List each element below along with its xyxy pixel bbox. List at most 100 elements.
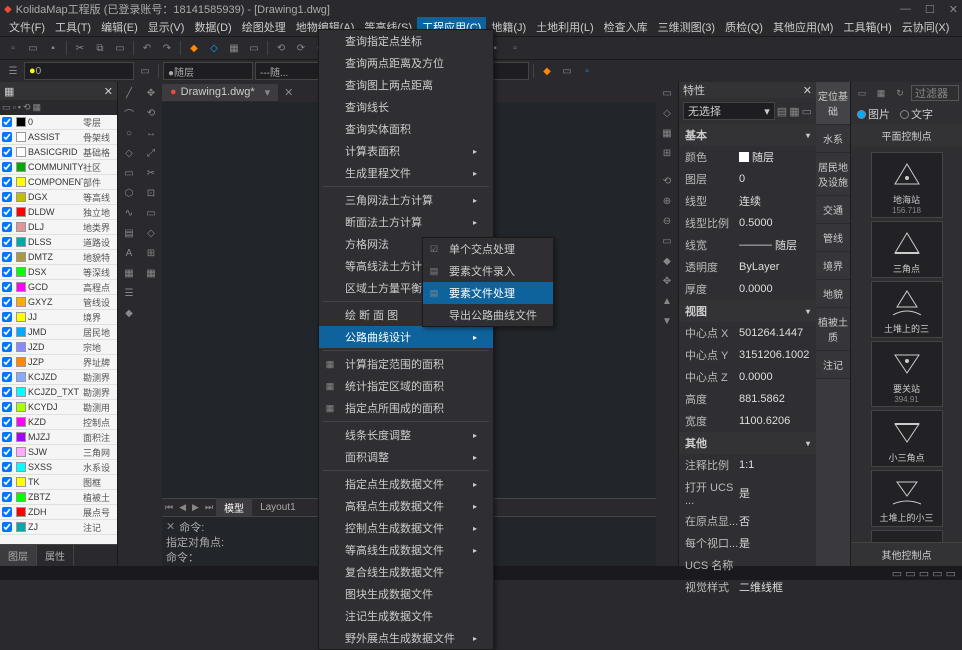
prop-tool-icon[interactable]: ▦ [789, 105, 799, 118]
layer-checkbox[interactable] [2, 117, 12, 127]
prop-row[interactable]: 中心点 X501264.1447 [679, 322, 816, 344]
draw-icon[interactable]: ∿ [120, 204, 138, 222]
tab-props[interactable]: 属性 [37, 545, 74, 566]
menu-item[interactable]: 公路曲线设计▸ [319, 326, 493, 348]
menu-item[interactable]: 指定点生成数据文件▸ [319, 473, 493, 495]
symbol-card[interactable]: 小三角点 [871, 410, 943, 467]
layer-row[interactable]: DMTZ地貌特 [0, 250, 117, 265]
mod-icon[interactable]: ◇ [142, 224, 160, 242]
layer-checkbox[interactable] [2, 387, 12, 397]
symbol-card[interactable]: 土堆上的三 [871, 281, 943, 338]
layer-checkbox[interactable] [2, 177, 12, 187]
open-icon[interactable]: ▭ [24, 39, 42, 57]
cut-icon[interactable]: ✂ [71, 39, 89, 57]
prop-row[interactable]: 高度881.5862 [679, 388, 816, 410]
draw-icon[interactable]: ▤ [120, 224, 138, 242]
prop-row[interactable]: 在原点显...否 [679, 510, 816, 532]
prop-row[interactable]: 打开 UCS ...是 [679, 476, 816, 510]
layer-row[interactable]: SXSS水系设 [0, 460, 117, 475]
save-icon[interactable]: ▪ [44, 39, 62, 57]
mod-icon[interactable]: ✥ [142, 84, 160, 102]
layer-checkbox[interactable] [2, 492, 12, 502]
layer-checkbox[interactable] [2, 327, 12, 337]
close-tab-icon[interactable]: ✕ [284, 86, 293, 99]
category-item[interactable]: 居民地及设施 [816, 153, 850, 196]
layer-icon[interactable]: ☰ [4, 62, 22, 80]
menu-item[interactable]: 注记生成数据文件 [319, 605, 493, 627]
prev-icon[interactable]: ◀ [176, 502, 189, 513]
mod-icon[interactable]: ↔ [142, 124, 160, 142]
mod-icon[interactable]: ✂ [142, 164, 160, 182]
radio-image[interactable]: 图片 [857, 106, 890, 122]
color-select[interactable]: ●随层 [163, 62, 253, 80]
layer-row[interactable]: BASICGRID基础格 [0, 145, 117, 160]
menu-0[interactable]: 文件(F) [4, 17, 50, 37]
menu-item[interactable]: 查询指定点坐标 [319, 30, 493, 52]
menu-10[interactable]: 土地利用(L) [531, 17, 598, 37]
category-item[interactable]: 水系 [816, 125, 850, 153]
menu-item[interactable]: 断面法土方计算▸ [319, 211, 493, 233]
rtool-icon[interactable]: ▲ [658, 292, 676, 310]
mod-icon[interactable]: ⊞ [142, 244, 160, 262]
layer-checkbox[interactable] [2, 447, 12, 457]
symbol-footer[interactable]: 其他控制点 [851, 542, 962, 566]
draw-icon[interactable]: ⬡ [120, 184, 138, 202]
close-icon[interactable]: ✕ [803, 84, 812, 97]
symbol-card[interactable]: 三角点 [871, 221, 943, 278]
layer-checkbox[interactable] [2, 522, 12, 532]
tool-icon[interactable]: ▭ [136, 62, 154, 80]
layer-checkbox[interactable] [2, 507, 12, 517]
prop-row[interactable]: 每个视口...是 [679, 532, 816, 554]
menu-item[interactable]: 三角网法土方计算▸ [319, 189, 493, 211]
menu-item[interactable]: 面积调整▸ [319, 446, 493, 468]
mod-icon[interactable]: ⊡ [142, 184, 160, 202]
menu-4[interactable]: 数据(D) [189, 17, 236, 37]
draw-icon[interactable]: ◆ [120, 304, 138, 322]
layer-row[interactable]: JZP界址牌 [0, 355, 117, 370]
prop-row[interactable]: 线宽——— 随层 [679, 234, 816, 256]
layer-row[interactable]: JJ境界 [0, 310, 117, 325]
menu-item[interactable]: 高程点生成数据文件▸ [319, 495, 493, 517]
layer-row[interactable]: KCJZD勘测界 [0, 370, 117, 385]
tool-icon[interactable]: ⟲ [272, 39, 290, 57]
layer-checkbox[interactable] [2, 312, 12, 322]
prop-row[interactable]: 颜色随层 [679, 146, 816, 168]
tool-icon[interactable]: ⟳ [292, 39, 310, 57]
layer-row[interactable]: JMD居民地 [0, 325, 117, 340]
layer-checkbox[interactable] [2, 297, 12, 307]
layer-checkbox[interactable] [2, 357, 12, 367]
menu-item[interactable]: 生成里程文件▸ [319, 162, 493, 184]
rtool-icon[interactable]: ⊖ [658, 212, 676, 230]
rtool-icon[interactable]: ▭ [658, 232, 676, 250]
menu-12[interactable]: 三维测图(3) [653, 17, 720, 37]
layer-row[interactable]: COMMUNITY社区 [0, 160, 117, 175]
layer-checkbox[interactable] [2, 402, 12, 412]
menu-13[interactable]: 质检(Q) [720, 17, 768, 37]
layer-row[interactable]: COMPONENT部件 [0, 175, 117, 190]
draw-icon[interactable]: ▦ [120, 264, 138, 282]
menu-1[interactable]: 工具(T) [50, 17, 96, 37]
menu-item[interactable]: 图块生成数据文件 [319, 583, 493, 605]
rtool-icon[interactable]: ▼ [658, 312, 676, 330]
menu-item[interactable]: 复合线生成数据文件 [319, 561, 493, 583]
draw-icon[interactable]: ○ [120, 124, 138, 142]
first-icon[interactable]: ⏮ [162, 502, 176, 513]
tab-model[interactable]: 模型 [216, 498, 252, 517]
rtool-icon[interactable]: ◇ [658, 104, 676, 122]
rtool-icon[interactable]: ◆ [658, 252, 676, 270]
symbol-list[interactable]: 地海站156.718三角点土堆上的三要关站394.91小三角点土堆上的小三...… [851, 147, 962, 542]
layer-tool-icon[interactable]: ⟲ [23, 102, 31, 113]
menu-2[interactable]: 编辑(E) [96, 17, 143, 37]
rtool-icon[interactable]: ⟲ [658, 172, 676, 190]
symbol-card[interactable]: 要关站394.91 [871, 341, 943, 407]
category-item[interactable]: 地貌 [816, 280, 850, 308]
layer-row[interactable]: GCD高程点 [0, 280, 117, 295]
layer-checkbox[interactable] [2, 237, 12, 247]
draw-icon[interactable]: ╱ [120, 84, 138, 102]
rtool-icon[interactable]: ▦ [658, 124, 676, 142]
menu-item[interactable]: 线条长度调整▸ [319, 424, 493, 446]
draw-icon[interactable]: ⌒ [120, 104, 138, 122]
menu-14[interactable]: 其他应用(M) [768, 17, 839, 37]
close-icon[interactable]: ✕ [104, 85, 113, 98]
menu-item[interactable]: 查询线长 [319, 96, 493, 118]
